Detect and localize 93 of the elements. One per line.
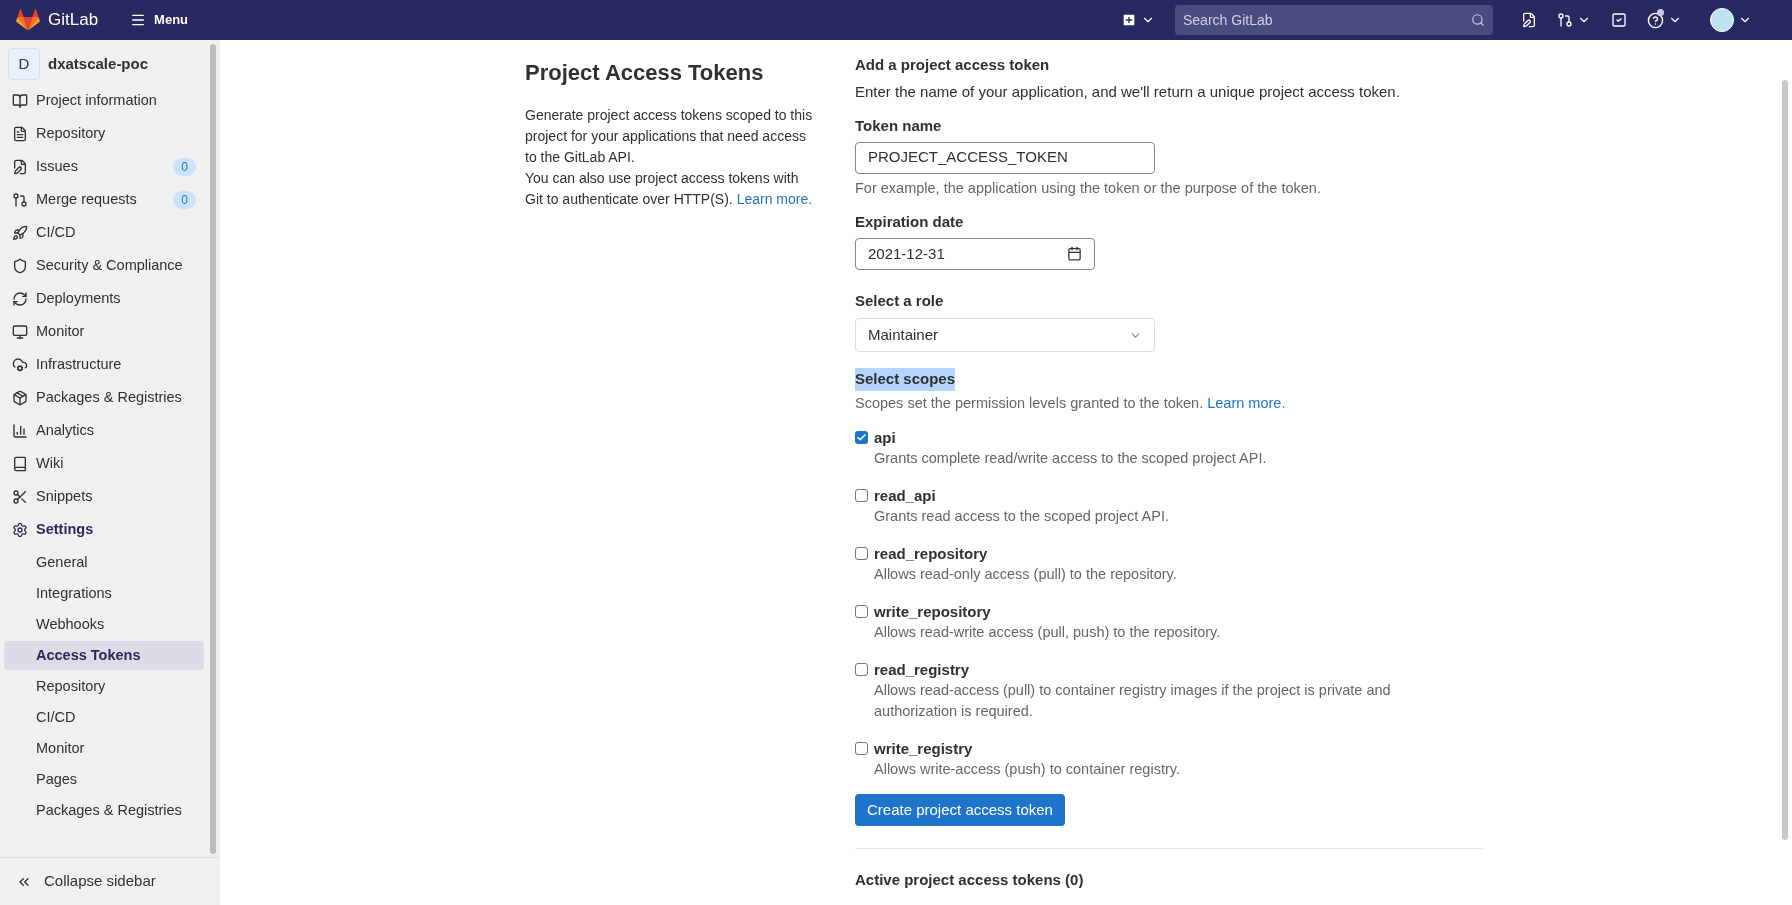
sidebar-item[interactable]: Monitor bbox=[0, 315, 208, 348]
field-label: Select a role bbox=[855, 290, 945, 311]
merge-request-icon bbox=[1557, 12, 1573, 28]
checkbox-icon bbox=[1611, 12, 1627, 28]
scope-name: read_repository bbox=[874, 544, 989, 564]
settings-icon bbox=[12, 521, 28, 538]
sidebar-item[interactable]: Security & Compliance bbox=[0, 249, 208, 282]
scope-name: write_repository bbox=[874, 602, 992, 622]
issue-icon bbox=[12, 158, 28, 175]
create-token-button[interactable]: Create project access token bbox=[855, 794, 1065, 826]
intro-text: You can also use project access tokens with Git to authenticate over HTTP(S). Learn more. bbox=[525, 169, 814, 209]
sidebar-subitem[interactable]: Monitor bbox=[4, 734, 204, 763]
merge-request-icon bbox=[12, 191, 28, 208]
form-heading: Add a project access token bbox=[855, 55, 1051, 75]
brand-name: GitLab bbox=[48, 9, 99, 32]
monitor-icon bbox=[12, 323, 28, 340]
sidebar-subitem[interactable]: General bbox=[4, 548, 204, 577]
scope-description: Grants read access to the scoped project API. bbox=[874, 507, 1170, 526]
role-select[interactable]: Maintainer bbox=[855, 318, 1155, 353]
checkbox[interactable] bbox=[855, 547, 868, 560]
scope-name: read_registry bbox=[874, 660, 971, 680]
sidebar-item[interactable]: Settings bbox=[0, 513, 208, 546]
checkbox[interactable] bbox=[855, 431, 868, 444]
search-icon bbox=[1471, 13, 1485, 27]
project-avatar: D bbox=[8, 48, 40, 80]
bar-chart-icon bbox=[12, 422, 28, 439]
collapse-sidebar-button[interactable]: Collapse sidebar bbox=[0, 857, 220, 905]
page-title: Project Access Tokens bbox=[525, 59, 765, 87]
rocket-icon bbox=[12, 224, 28, 241]
section-heading: Active project access tokens (0) bbox=[855, 870, 1085, 890]
project-name[interactable]: dxatscale-poc bbox=[48, 52, 149, 76]
sidebar-subitem[interactable]: Repository bbox=[4, 672, 204, 701]
search-field[interactable]: Search GitLab bbox=[1175, 5, 1493, 35]
avatar bbox=[1710, 8, 1734, 32]
scopes-description: Scopes set the permission levels granted to the token. Learn more. bbox=[855, 394, 1287, 414]
package-icon bbox=[12, 389, 28, 406]
sidebar-subitem[interactable]: Access Tokens bbox=[4, 641, 204, 670]
sidebar-item[interactable]: CI/CD bbox=[0, 216, 208, 249]
form-description: Enter the name of your application, and we'll return a unique project access token. bbox=[855, 81, 1401, 102]
sidebar-item[interactable]: Snippets bbox=[0, 480, 208, 513]
logo-link[interactable]: GitLab bbox=[16, 7, 99, 33]
field-label: Expiration date bbox=[855, 212, 965, 233]
cloud-gear-icon bbox=[12, 356, 28, 373]
sidebar-subitem[interactable]: Pages bbox=[4, 765, 204, 794]
learn-more-link[interactable]: Learn more. bbox=[736, 191, 813, 207]
sidebar-item[interactable]: Wiki bbox=[0, 447, 208, 480]
learn-more-link[interactable]: Learn more. bbox=[1207, 395, 1286, 412]
fox-logo-icon bbox=[16, 9, 40, 31]
issue-icon bbox=[1521, 12, 1537, 28]
count-badge: 0 bbox=[173, 157, 196, 176]
sidebar-item[interactable]: Infrastructure bbox=[0, 348, 208, 381]
book-icon bbox=[12, 455, 28, 472]
intro-text: Generate project access tokens scoped to this project for your applications that need access to the GitLab API. bbox=[525, 106, 814, 167]
scope-description: Allows read-write access (pull, push) to the repository. bbox=[874, 623, 1222, 642]
scope-name: api bbox=[874, 428, 897, 448]
scope-description: Grants complete read/write access to the scoped project API. bbox=[874, 449, 1268, 468]
checkbox[interactable] bbox=[855, 663, 868, 676]
scope-description: Allows read-access (pull) to container registry images if the project is private and authorization is required. bbox=[874, 681, 1392, 721]
field-hint: For example, the application using the token or the purpose of the token. bbox=[855, 178, 1322, 198]
sidebar-subitem[interactable]: Webhooks bbox=[4, 610, 204, 639]
document-icon bbox=[12, 125, 28, 142]
shield-icon bbox=[12, 257, 28, 274]
scope-description: Allows write-access (push) to container registry. bbox=[874, 760, 1181, 779]
sidebar-item[interactable]: Analytics bbox=[0, 414, 208, 447]
sidebar-item[interactable]: Packages & Registries bbox=[0, 381, 208, 414]
count-badge: 0 bbox=[173, 190, 196, 209]
sidebar-item[interactable]: Project information bbox=[0, 84, 208, 117]
token-name-field[interactable]: PROJECT_ACCESS_TOKEN bbox=[855, 141, 1155, 174]
plus-square-icon bbox=[1121, 12, 1137, 28]
help-icon bbox=[1647, 11, 1664, 29]
checkbox[interactable] bbox=[855, 605, 868, 618]
sidebar-item[interactable]: Merge requests 0 bbox=[0, 183, 208, 216]
date-field[interactable]: 2021-12-31 bbox=[855, 237, 1095, 270]
book-icon bbox=[12, 92, 28, 109]
menu-icon bbox=[130, 12, 147, 28]
checkbox[interactable] bbox=[855, 742, 868, 755]
sidebar-subitem[interactable]: CI/CD bbox=[4, 703, 204, 732]
calendar-icon bbox=[1067, 246, 1082, 262]
scopes-heading: Select scopes bbox=[855, 368, 956, 391]
check-icon bbox=[856, 432, 867, 443]
sidebar-item[interactable]: Deployments bbox=[0, 282, 208, 315]
field-label: Token name bbox=[855, 116, 943, 136]
scope-name: read_api bbox=[874, 486, 937, 506]
refresh-icon bbox=[12, 290, 28, 307]
sidebar-item[interactable]: Issues 0 bbox=[0, 150, 208, 183]
menu-button[interactable]: Menu bbox=[122, 6, 197, 34]
scope-description: Allows read-only access (pull) to the repository. bbox=[874, 565, 1178, 584]
scope-name: write_registry bbox=[874, 739, 974, 759]
sidebar-subitem[interactable]: Integrations bbox=[4, 579, 204, 608]
sidebar-item[interactable]: Repository bbox=[0, 117, 208, 150]
checkbox[interactable] bbox=[855, 489, 868, 502]
scissors-icon bbox=[12, 488, 28, 505]
sidebar-subitem[interactable]: Packages & Registries bbox=[4, 796, 204, 825]
